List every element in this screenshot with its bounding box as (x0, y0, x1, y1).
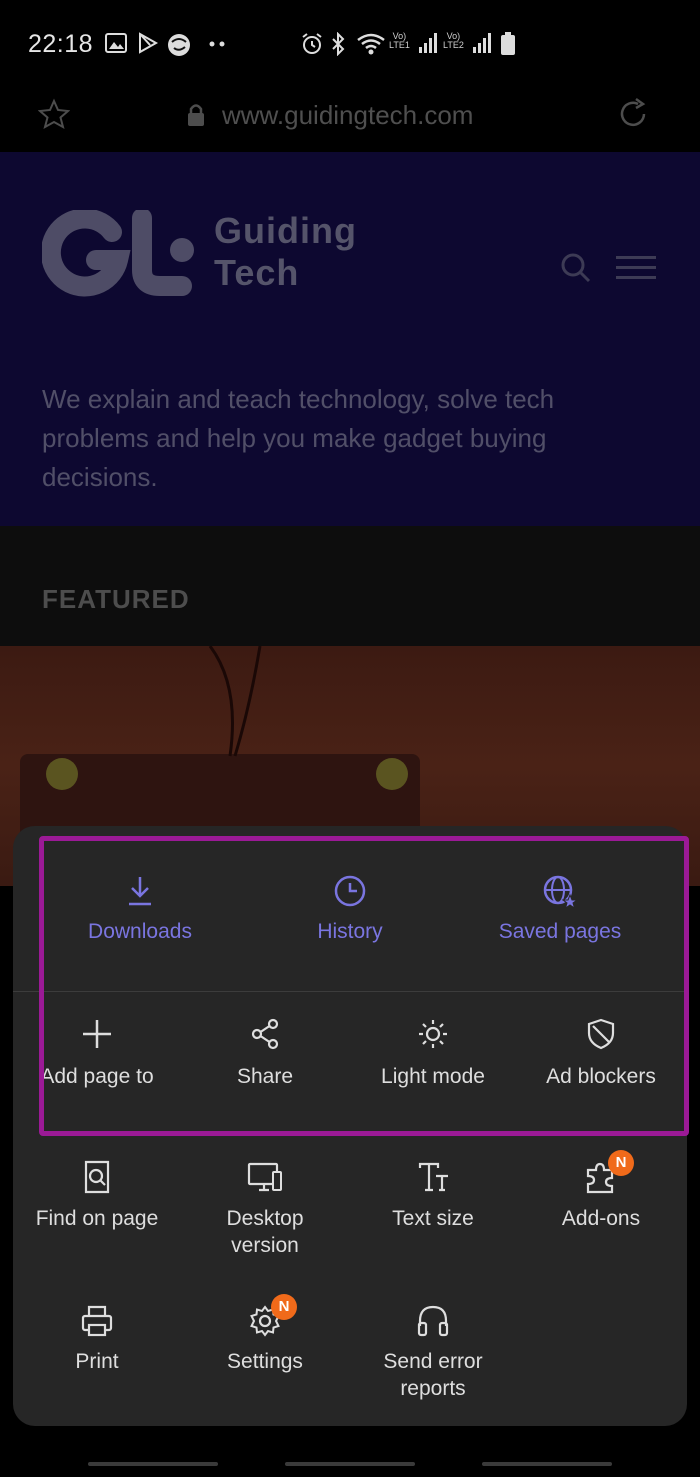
menu-item-label: Saved pages (498, 920, 622, 943)
bookmark-star-icon[interactable] (38, 98, 70, 130)
menu-item-text-size[interactable]: Text size (358, 1160, 508, 1232)
guiding-tech-logo (42, 210, 194, 297)
nav-hint-left[interactable] (88, 1462, 218, 1466)
menu-item-label: Settings (227, 1350, 303, 1373)
shield-icon (587, 1018, 615, 1050)
menu-item-find-on-page[interactable]: Find on page (22, 1160, 172, 1232)
menu-item-label: Print (75, 1350, 119, 1373)
menu-item-label: Light mode (381, 1065, 485, 1088)
site-menu-icon[interactable] (616, 254, 656, 282)
alarm-icon (302, 33, 322, 54)
menu-item-print[interactable]: Print (22, 1304, 172, 1375)
featured-heading: FEATURED (42, 584, 190, 614)
menu-item-downloads[interactable]: Downloads (60, 874, 220, 945)
text-size-icon (418, 1162, 448, 1192)
wifi-icon (357, 33, 385, 55)
site-header: Guiding Tech We explain and teach techno… (0, 152, 700, 526)
play-store-icon (139, 32, 159, 54)
address-bar[interactable]: www.guidingtech.com (0, 88, 700, 152)
status-time: 22:18 (28, 30, 94, 58)
url-text[interactable]: www.guidingtech.com (222, 100, 473, 131)
nav-hint-center[interactable] (285, 1462, 415, 1466)
nav-hint-right[interactable] (482, 1462, 612, 1466)
new-badge: N (608, 1150, 634, 1176)
menu-item-label: History (317, 920, 383, 943)
browser-app-icon (168, 34, 190, 56)
menu-item-add-ons[interactable]: Add-ons N (526, 1150, 676, 1232)
menu-item-label: Share (236, 1065, 294, 1088)
find-page-icon (84, 1160, 110, 1194)
menu-item-label: Send error reports (383, 1350, 483, 1400)
menu-item-label: Desktop version (226, 1207, 304, 1257)
reload-icon[interactable] (616, 97, 650, 131)
brand-name-line2: Tech (214, 252, 300, 293)
gallery-icon (105, 33, 127, 53)
menu-item-light-mode[interactable]: Light mode (358, 1018, 508, 1090)
sim2-label-bottom: LTE2 (443, 40, 464, 50)
menu-item-share[interactable]: Share (190, 1018, 340, 1090)
clock-icon (334, 875, 366, 907)
sim2-label: Vo) LTE2 (443, 32, 464, 50)
menu-item-label: Find on page (35, 1207, 159, 1230)
menu-divider (13, 991, 687, 992)
signal-sim2-icon (473, 33, 491, 53)
sim1-label-bottom: LTE1 (389, 40, 410, 50)
menu-item-label: Downloads (88, 920, 192, 943)
signal-sim1-icon (419, 33, 437, 53)
sun-icon (419, 1020, 447, 1048)
menu-item-ad-blockers[interactable]: Ad blockers (526, 1018, 676, 1090)
menu-item-send-error-reports[interactable]: Send error reports (358, 1304, 508, 1402)
headphones-icon (417, 1305, 449, 1337)
menu-item-settings[interactable]: Settings N (190, 1294, 340, 1375)
bluetooth-icon (332, 32, 345, 56)
menu-item-history[interactable]: History (270, 874, 430, 945)
site-search-icon[interactable] (560, 252, 592, 284)
plus-icon (83, 1020, 111, 1048)
menu-item-desktop-version[interactable]: Desktop version (190, 1160, 340, 1259)
brand-name-line1: Guiding (214, 210, 357, 251)
sim1-label: Vo) LTE1 (389, 32, 410, 50)
printer-icon (81, 1305, 113, 1337)
battery-icon (501, 32, 515, 55)
download-icon (129, 877, 151, 906)
featured-section: FEATURED (0, 526, 700, 646)
menu-item-saved-pages[interactable]: Saved pages (470, 874, 650, 945)
menu-item-label: Add-ons (561, 1207, 641, 1230)
share-icon (251, 1018, 279, 1050)
globe-star-icon (543, 875, 578, 908)
status-bar: 22:18 Vo) LTE1 Vo) LTE2 (0, 0, 700, 88)
new-badge: N (271, 1294, 297, 1320)
more-notifications-icon (209, 41, 225, 47)
menu-item-label: Add page to (40, 1065, 154, 1088)
menu-item-label: Text size (392, 1207, 474, 1230)
lock-icon (188, 104, 204, 126)
menu-item-add-page-to[interactable]: Add page to (22, 1018, 172, 1090)
desktop-icon (247, 1162, 282, 1192)
site-tagline: We explain and teach technology, solve t… (42, 384, 555, 492)
menu-item-label: Ad blockers (546, 1065, 656, 1088)
